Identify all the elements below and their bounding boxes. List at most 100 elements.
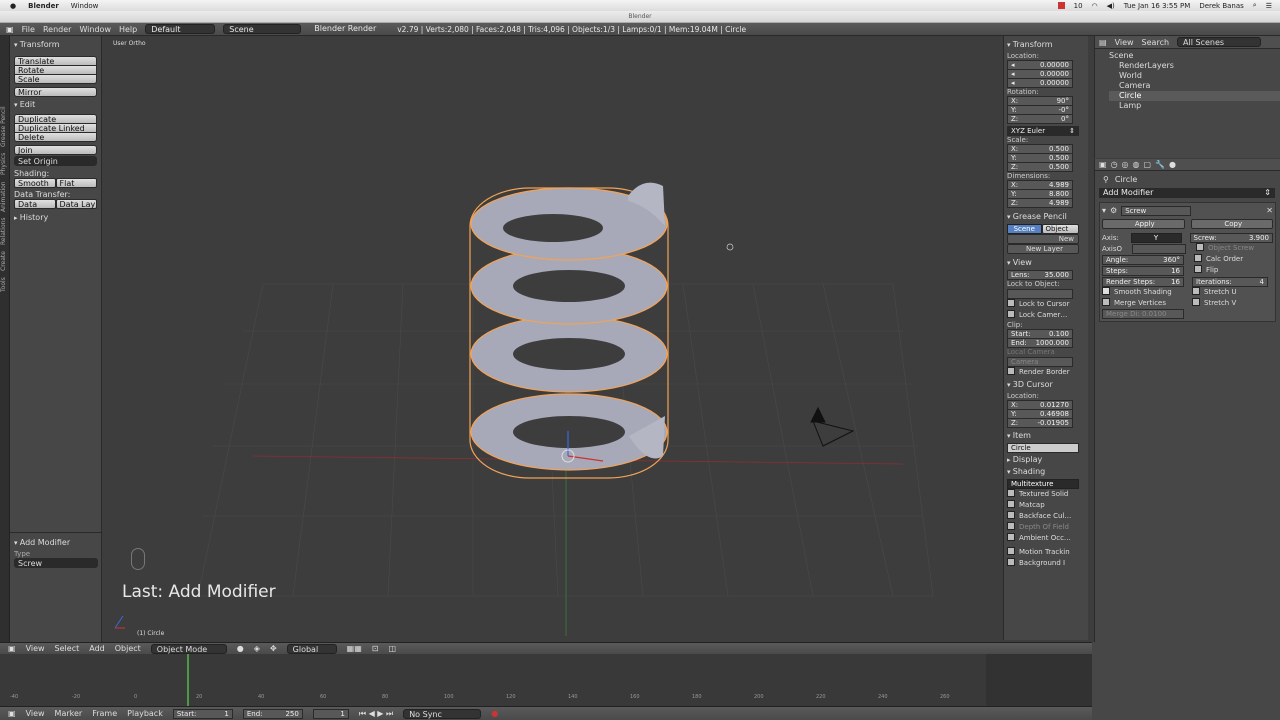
- cursor-x[interactable]: X: 0.01270: [1007, 400, 1073, 410]
- flip-checkbox[interactable]: Flip: [1194, 265, 1218, 276]
- lens-field[interactable]: Lens: 35.000: [1007, 270, 1073, 280]
- list-icon[interactable]: ☰: [1266, 2, 1272, 10]
- menu-file[interactable]: File: [22, 25, 35, 34]
- transform-header[interactable]: Transform: [14, 40, 97, 50]
- outliner-item-circle[interactable]: Circle: [1109, 91, 1280, 101]
- clip-end-field[interactable]: End: 1000.000: [1007, 338, 1073, 348]
- orientation-select[interactable]: Global: [286, 643, 337, 654]
- object-menu[interactable]: Object: [115, 644, 141, 653]
- copy-button[interactable]: Copy: [1190, 219, 1273, 229]
- scale-z[interactable]: Z: 0.500: [1007, 162, 1073, 172]
- calc-order-checkbox[interactable]: Calc Order: [1194, 254, 1243, 265]
- outliner-item-scene[interactable]: Scene: [1109, 51, 1280, 61]
- modifier-tab-icon[interactable]: 🔧: [1155, 160, 1165, 169]
- render-border-checkbox[interactable]: Render Border: [1007, 367, 1085, 378]
- 3d-viewport[interactable]: User Ortho Last: Add Modifier (1) Circle: [103, 36, 1003, 640]
- tab-tools[interactable]: Tools: [0, 277, 7, 292]
- mirror-button[interactable]: Mirror: [14, 87, 97, 97]
- add-menu[interactable]: Add: [89, 644, 105, 653]
- smooth-shading-checkbox[interactable]: Smooth Shading: [1102, 287, 1188, 298]
- item-header[interactable]: Item: [1007, 431, 1085, 441]
- sync-select[interactable]: No Sync: [403, 708, 482, 719]
- data-lay-button[interactable]: Data Lay: [55, 199, 97, 209]
- tab-physics[interactable]: Physics: [0, 153, 7, 175]
- wifi-icon[interactable]: ◠: [1092, 2, 1098, 10]
- viewport-canvas[interactable]: [103, 36, 1003, 640]
- outliner-editor-icon[interactable]: ▤: [1099, 38, 1107, 47]
- stretch-v-checkbox[interactable]: Stretch V: [1192, 298, 1236, 309]
- shading-header[interactable]: Shading: [1007, 467, 1085, 477]
- tab-create[interactable]: Create: [0, 251, 7, 271]
- outliner-item-camera[interactable]: Camera: [1109, 81, 1280, 91]
- viewport-shading-icon[interactable]: ●: [237, 644, 244, 653]
- pivot-icon[interactable]: ◈: [254, 644, 260, 653]
- manipulator-icon[interactable]: ✥: [270, 644, 277, 653]
- tab-animation[interactable]: Animation: [0, 181, 7, 212]
- end-frame-field[interactable]: End: 250: [242, 708, 303, 719]
- tab-grease-pencil[interactable]: Grease Pencil: [0, 106, 7, 147]
- playback-controls-icon[interactable]: ⏮ ◀ ▶ ⏭: [359, 709, 393, 719]
- outliner-filter-select[interactable]: All Scenes: [1177, 37, 1262, 47]
- apply-button[interactable]: Apply: [1102, 219, 1185, 229]
- app-menu[interactable]: Blender: [28, 2, 59, 10]
- location-z[interactable]: ◂ 0.00000: [1007, 78, 1073, 88]
- apple-icon[interactable]: ●: [10, 2, 16, 10]
- camera-field[interactable]: Camera: [1007, 357, 1073, 367]
- start-frame-field[interactable]: Start: 1: [172, 708, 233, 719]
- scene-select[interactable]: Scene: [223, 24, 302, 34]
- timeline[interactable]: -40 -20 0 20 40 60 80 100 120 140 160 180 200 220 240 2…: [0, 654, 1092, 706]
- volume-icon[interactable]: ◀): [1107, 2, 1115, 10]
- modifier-close-icon[interactable]: ✕: [1266, 206, 1273, 215]
- menu-render[interactable]: Render: [43, 25, 71, 34]
- backface-checkbox[interactable]: Backface Cul…: [1007, 511, 1085, 522]
- notification-badge[interactable]: 10: [1074, 2, 1083, 10]
- layers-icon[interactable]: ▦▦: [347, 644, 362, 653]
- render-steps-field[interactable]: Render Steps: 16: [1102, 276, 1184, 287]
- mail-icon[interactable]: [1057, 2, 1065, 9]
- 3d-cursor-header[interactable]: 3D Cursor: [1007, 380, 1085, 390]
- menu-help[interactable]: Help: [119, 25, 137, 34]
- view3d-editor-icon[interactable]: ▣: [8, 644, 16, 653]
- textured-solid-checkbox[interactable]: Textured Solid: [1007, 489, 1085, 500]
- menu-window[interactable]: Window: [79, 25, 111, 34]
- tab-relations[interactable]: Relations: [0, 218, 7, 246]
- rotation-mode-select[interactable]: XYZ Euler ⇕: [1007, 126, 1079, 136]
- duplicate-linked-button[interactable]: Duplicate Linked: [14, 123, 97, 133]
- search-icon[interactable]: ⌕: [1253, 1, 1257, 10]
- merge-distance-field[interactable]: Merge Di: 0.0100: [1102, 309, 1184, 319]
- render-tab-icon[interactable]: ◷: [1111, 160, 1118, 169]
- properties-editor-icon[interactable]: ▣: [1099, 160, 1107, 169]
- type-select[interactable]: Screw: [14, 558, 98, 568]
- outliner-item-world[interactable]: World: [1109, 71, 1280, 81]
- world-tab-icon[interactable]: ◍: [1133, 160, 1140, 169]
- edit-header[interactable]: Edit: [14, 100, 97, 110]
- gp-scene-button[interactable]: Scene: [1007, 224, 1042, 234]
- record-icon[interactable]: ●: [491, 709, 498, 718]
- object-screw-checkbox[interactable]: Object Screw: [1196, 243, 1254, 254]
- lock-cursor-checkbox[interactable]: Lock to Cursor: [1007, 299, 1085, 310]
- dimension-z[interactable]: Z: 4.989: [1007, 198, 1073, 208]
- axis-select[interactable]: Y: [1130, 232, 1182, 243]
- scale-button[interactable]: Scale: [14, 74, 97, 84]
- merge-vertices-checkbox[interactable]: Merge Vertices: [1102, 298, 1188, 309]
- view-header[interactable]: View: [1007, 258, 1085, 268]
- item-name-field[interactable]: Circle: [1007, 443, 1079, 453]
- modifier-name-field[interactable]: Screw: [1121, 205, 1192, 216]
- timeline-view-menu[interactable]: View: [26, 709, 45, 718]
- grease-pencil-header[interactable]: Grease Pencil: [1007, 212, 1085, 222]
- shading-mode-select[interactable]: Multitexture: [1007, 479, 1079, 489]
- scene-tab-icon[interactable]: ◎: [1122, 160, 1129, 169]
- matcap-checkbox[interactable]: Matcap: [1007, 500, 1085, 511]
- current-frame-field[interactable]: 1: [312, 708, 349, 719]
- select-menu[interactable]: Select: [55, 644, 80, 653]
- cursor-y[interactable]: Y: 0.46908: [1007, 409, 1073, 419]
- smooth-button[interactable]: Smooth: [14, 178, 56, 188]
- gp-new-layer-button[interactable]: New Layer: [1007, 244, 1079, 254]
- screw-field[interactable]: Screw: 3.900: [1189, 232, 1273, 243]
- frame-menu[interactable]: Frame: [92, 709, 117, 718]
- material-tab-icon[interactable]: ●: [1169, 160, 1176, 169]
- render-preview-icon[interactable]: ◫: [388, 644, 396, 653]
- display-header[interactable]: Display: [1007, 455, 1085, 465]
- layout-select[interactable]: Default: [145, 24, 216, 34]
- snap-icon[interactable]: ⊡: [372, 644, 379, 653]
